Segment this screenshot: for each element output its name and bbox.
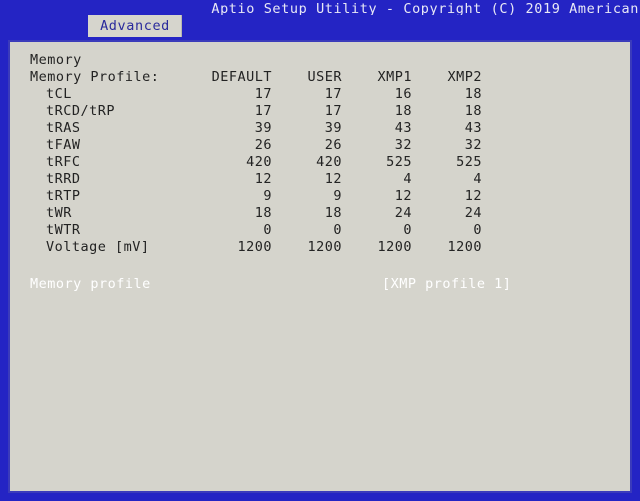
table-row[interactable]: tRCD/tRP 17 17 18 18 — [10, 103, 630, 120]
table-cell-r2-col-1: 39 — [324, 120, 342, 136]
table-cell-r4-col-2: 525 — [386, 154, 412, 170]
table-cell-r0-col-1: 17 — [324, 86, 342, 102]
table-cell-r6-col-0: 9 — [263, 188, 272, 204]
table-row[interactable]: tRAS 39 39 43 43 — [10, 120, 630, 137]
table-cell-r9-col-1: 1200 — [307, 239, 342, 255]
table-cell-r6-col-2: 12 — [394, 188, 412, 204]
table-cell-r2-col-0: 39 — [254, 120, 272, 136]
table-row-label: tRRD — [46, 171, 81, 187]
table-cell-r8-col-0: 0 — [263, 222, 272, 238]
table-row-label: tRCD/tRP — [46, 103, 116, 119]
table-cell-r8-col-2: 0 — [403, 222, 412, 238]
table-row-label: tRAS — [46, 120, 81, 136]
selected-option-label: Memory profile — [30, 276, 151, 292]
table-cell-r3-col-1: 26 — [324, 137, 342, 153]
table-header-row: Memory Profile: DEFAULT USER XMP1 XMP2 — [10, 69, 630, 86]
table-cell-r5-col-2: 4 — [403, 171, 412, 187]
table-cell-r9-col-3: 1200 — [447, 239, 482, 255]
table-row[interactable]: tRFC 420 420 525 525 — [10, 154, 630, 171]
table-header-col-1: USER — [307, 69, 342, 85]
table-row[interactable]: Voltage [mV] 1200 1200 1200 1200 — [10, 239, 630, 256]
section-heading-row: Memory — [10, 52, 630, 69]
table-row-label: tFAW — [46, 137, 81, 153]
table-cell-r1-col-0: 17 — [254, 103, 272, 119]
table-row-label: tWTR — [46, 222, 81, 238]
table-row[interactable]: tWTR 0 0 0 0 — [10, 222, 630, 239]
table-cell-r4-col-0: 420 — [246, 154, 272, 170]
table-cell-r9-col-2: 1200 — [377, 239, 412, 255]
table-cell-r7-col-2: 24 — [394, 205, 412, 221]
content-panel-inner: Memory Memory Profile: DEFAULT USER XMP1 XMP2… — [10, 42, 630, 491]
table-cell-r1-col-3: 18 — [464, 103, 482, 119]
table-cell-r7-col-1: 18 — [324, 205, 342, 221]
table-header-col-0: DEFAULT — [211, 69, 272, 85]
table-row[interactable]: tWR 18 18 24 24 — [10, 205, 630, 222]
table-cell-r3-col-3: 32 — [464, 137, 482, 153]
table-row[interactable]: tFAW 26 26 32 32 — [10, 137, 630, 154]
table-header-col-2: XMP1 — [377, 69, 412, 85]
table-cell-r0-col-0: 17 — [254, 86, 272, 102]
table-header-col-3: XMP2 — [447, 69, 482, 85]
table-cell-r2-col-3: 43 — [464, 120, 482, 136]
selected-option-row[interactable]: Memory profile [XMP profile 1] — [10, 275, 630, 293]
table-cell-r5-col-1: 12 — [324, 171, 342, 187]
table-row[interactable]: tRTP 9 9 12 12 — [10, 188, 630, 205]
table-cell-r9-col-0: 1200 — [237, 239, 272, 255]
table-cell-r8-col-1: 0 — [333, 222, 342, 238]
table-row-label-header: Memory Profile: — [30, 69, 160, 85]
table-row[interactable]: tRRD 12 12 4 4 — [10, 171, 630, 188]
table-cell-r2-col-2: 43 — [394, 120, 412, 136]
table-cell-r7-col-3: 24 — [464, 205, 482, 221]
table-cell-r1-col-1: 17 — [324, 103, 342, 119]
table-cell-r4-col-3: 525 — [456, 154, 482, 170]
table-cell-r4-col-1: 420 — [316, 154, 342, 170]
selected-option-value[interactable]: [XMP profile 1] — [382, 275, 511, 293]
bios-screen: Aptio Setup Utility - Copyright (C) 2019… — [0, 0, 640, 501]
table-cell-r6-col-3: 12 — [464, 188, 482, 204]
table-row-label: tRFC — [46, 154, 81, 170]
table-cell-r6-col-1: 9 — [333, 188, 342, 204]
table-row-label: tRTP — [46, 188, 81, 204]
table-cell-r5-col-3: 4 — [473, 171, 482, 187]
table-cell-r7-col-0: 18 — [254, 205, 272, 221]
table-cell-r0-col-2: 16 — [394, 86, 412, 102]
table-row[interactable]: tCL 17 17 16 18 — [10, 86, 630, 103]
table-cell-r0-col-3: 18 — [464, 86, 482, 102]
tab-advanced[interactable]: Advanced — [88, 15, 182, 37]
table-cell-r3-col-2: 32 — [394, 137, 412, 153]
table-cell-r8-col-3: 0 — [473, 222, 482, 238]
section-heading: Memory — [30, 52, 82, 68]
table-cell-r5-col-0: 12 — [254, 171, 272, 187]
table-row-label: Voltage [mV] — [46, 239, 150, 255]
table-row-label: tWR — [46, 205, 72, 221]
tab-strip: Advanced — [0, 15, 640, 40]
table-cell-r3-col-0: 26 — [254, 137, 272, 153]
table-row-label: tCL — [46, 86, 72, 102]
content-panel: Memory Memory Profile: DEFAULT USER XMP1 XMP2… — [8, 40, 632, 493]
table-cell-r1-col-2: 18 — [394, 103, 412, 119]
